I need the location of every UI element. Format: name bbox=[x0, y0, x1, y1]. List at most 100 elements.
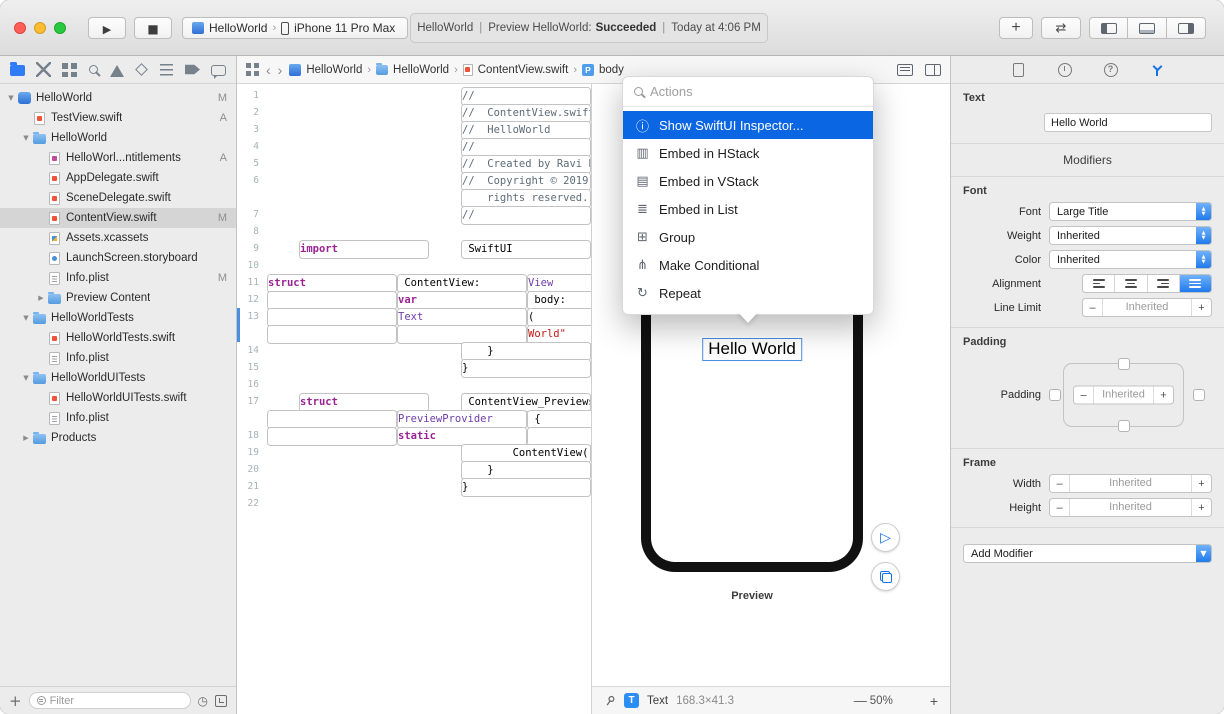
forward-chevron-icon[interactable]: › bbox=[278, 63, 283, 77]
menu-item-inspector[interactable]: ⓘShow SwiftUI Inspector... bbox=[623, 111, 873, 139]
library-button[interactable] bbox=[999, 17, 1033, 39]
code-editor[interactable]: 1//2// ContentView.swift3// HelloWorld4/… bbox=[237, 84, 591, 714]
filter-field[interactable]: Filter bbox=[29, 692, 191, 709]
menu-item-hstack[interactable]: ▥Embed in HStack bbox=[623, 139, 873, 167]
editor-options-icon[interactable] bbox=[897, 64, 913, 76]
padding-top-checkbox[interactable] bbox=[1118, 358, 1130, 370]
preview-text-selection[interactable]: Hello World bbox=[702, 338, 802, 361]
menu-item-conditional[interactable]: ⋔Make Conditional bbox=[623, 251, 873, 279]
code-line[interactable]: 11struct ContentView: View { bbox=[237, 274, 591, 291]
minimize-window-button[interactable] bbox=[34, 22, 46, 34]
code-line[interactable]: World").font(.largeTitle) bbox=[237, 325, 591, 342]
toggle-navigator-button[interactable] bbox=[1089, 17, 1128, 39]
file-tree-row[interactable]: HelloWorl...ntitlementsA bbox=[0, 148, 236, 168]
related-items-icon[interactable] bbox=[246, 63, 259, 76]
fullscreen-window-button[interactable] bbox=[54, 22, 66, 34]
recent-files-filter-icon[interactable] bbox=[198, 694, 208, 708]
pin-icon[interactable] bbox=[602, 692, 619, 709]
file-tree-row[interactable]: Info.plistM bbox=[0, 268, 236, 288]
symbol-navigator-icon[interactable] bbox=[62, 62, 77, 77]
code-line[interactable]: rights reserved. bbox=[237, 189, 591, 206]
weight-popup[interactable]: Inherited ▲▼ bbox=[1049, 226, 1212, 245]
close-window-button[interactable] bbox=[14, 22, 26, 34]
font-popup[interactable]: Large Title ▲▼ bbox=[1049, 202, 1212, 221]
code-review-button[interactable] bbox=[1041, 17, 1081, 39]
file-tree-row[interactable]: Info.plist bbox=[0, 408, 236, 428]
menu-item-list[interactable]: ≣Embed in List bbox=[623, 195, 873, 223]
menu-item-repeat[interactable]: ↻Repeat bbox=[623, 279, 873, 307]
code-line[interactable]: 18 static var previews: some View { bbox=[237, 427, 591, 444]
file-tree-row[interactable]: Info.plist bbox=[0, 348, 236, 368]
source-control-filter-icon[interactable] bbox=[215, 695, 227, 707]
code-line[interactable]: 20 } bbox=[237, 461, 591, 478]
breadcrumb-item[interactable]: HelloWorld bbox=[306, 64, 362, 76]
breadcrumb-item[interactable]: body bbox=[599, 64, 624, 76]
decrement-button[interactable]: – bbox=[1074, 389, 1093, 401]
decrement-button[interactable]: – bbox=[1050, 502, 1069, 514]
help-inspector-tab-icon[interactable] bbox=[1104, 63, 1118, 77]
file-tree-row[interactable]: TestView.swiftA bbox=[0, 108, 236, 128]
code-line[interactable]: 14 } bbox=[237, 342, 591, 359]
disclosure-triangle-icon[interactable]: ▼ bbox=[5, 94, 17, 102]
zoom-out-button[interactable]: — bbox=[854, 693, 867, 708]
toggle-inspector-button[interactable] bbox=[1167, 17, 1206, 39]
back-chevron-icon[interactable]: ‹ bbox=[266, 63, 271, 77]
code-line[interactable]: 7// bbox=[237, 206, 591, 223]
increment-button[interactable]: + bbox=[1192, 502, 1211, 514]
source-control-navigator-icon[interactable] bbox=[36, 62, 51, 77]
file-tree-row[interactable]: HelloWorldTests.swift bbox=[0, 328, 236, 348]
color-popup[interactable]: Inherited ▲▼ bbox=[1049, 250, 1212, 269]
code-line[interactable]: 10 bbox=[237, 257, 591, 274]
duplicate-preview-button[interactable] bbox=[871, 562, 900, 591]
increment-button[interactable]: + bbox=[1154, 389, 1173, 401]
scheme-selector[interactable]: HelloWorld › iPhone 11 Pro Max bbox=[182, 17, 408, 39]
padding-trailing-checkbox[interactable] bbox=[1193, 389, 1205, 401]
menu-item-group[interactable]: ⊞Group bbox=[623, 223, 873, 251]
decrement-button[interactable]: – bbox=[1050, 478, 1069, 490]
file-tree-row[interactable]: LaunchScreen.storyboard bbox=[0, 248, 236, 268]
code-line[interactable]: PreviewProvider { bbox=[237, 410, 591, 427]
padding-bottom-checkbox[interactable] bbox=[1118, 420, 1130, 432]
file-tree-row[interactable]: Assets.xcassets bbox=[0, 228, 236, 248]
breadcrumb-item[interactable]: HelloWorld bbox=[393, 64, 449, 76]
code-line[interactable]: 12 var body: some View { bbox=[237, 291, 591, 308]
report-navigator-icon[interactable] bbox=[211, 65, 226, 76]
file-tree-row[interactable]: ContentView.swiftM bbox=[0, 208, 236, 228]
code-line[interactable]: 21} bbox=[237, 478, 591, 495]
disclosure-triangle-icon[interactable]: ▶ bbox=[35, 294, 47, 302]
code-line[interactable]: 1// bbox=[237, 87, 591, 104]
code-line[interactable]: 15} bbox=[237, 359, 591, 376]
issue-navigator-icon[interactable] bbox=[110, 65, 124, 77]
increment-button[interactable]: + bbox=[1192, 478, 1211, 490]
history-inspector-tab-icon[interactable] bbox=[1058, 63, 1072, 77]
live-preview-button[interactable] bbox=[871, 523, 900, 552]
actions-search-field[interactable]: Actions bbox=[623, 77, 873, 107]
code-line[interactable]: 22 bbox=[237, 495, 591, 512]
code-line[interactable]: 3// HelloWorld bbox=[237, 121, 591, 138]
file-tree-row[interactable]: ▼HelloWorldUITests bbox=[0, 368, 236, 388]
file-tree-row[interactable]: HelloWorldUITests.swift bbox=[0, 388, 236, 408]
stop-button[interactable] bbox=[134, 17, 172, 39]
file-tree-row[interactable]: ▶Products bbox=[0, 428, 236, 448]
disclosure-triangle-icon[interactable]: ▼ bbox=[20, 374, 32, 382]
code-line[interactable]: 4// bbox=[237, 138, 591, 155]
add-modifier-popup[interactable]: Add Modifier ▼ bbox=[963, 544, 1212, 563]
menu-item-vstack[interactable]: ▤Embed in VStack bbox=[623, 167, 873, 195]
debug-navigator-icon[interactable] bbox=[160, 64, 173, 76]
zoom-in-button[interactable]: + bbox=[930, 693, 938, 709]
project-navigator-icon[interactable] bbox=[10, 65, 25, 76]
add-file-button[interactable] bbox=[9, 692, 22, 710]
alignment-left-button[interactable] bbox=[1083, 275, 1115, 292]
file-tree-row[interactable]: ▶Preview Content bbox=[0, 288, 236, 308]
file-tree-row[interactable]: AppDelegate.swift bbox=[0, 168, 236, 188]
find-navigator-icon[interactable] bbox=[89, 65, 98, 74]
code-line[interactable]: 6// Copyright © 2019 Ravi Patel. All bbox=[237, 172, 591, 189]
code-line[interactable]: 5// Created by Ravi Patel on 8/22/19. bbox=[237, 155, 591, 172]
alignment-justify-button[interactable] bbox=[1180, 275, 1211, 292]
file-inspector-tab-icon[interactable] bbox=[1013, 63, 1024, 77]
file-tree-row[interactable]: SceneDelegate.swift bbox=[0, 188, 236, 208]
file-tree-row[interactable]: ▼HelloWorld bbox=[0, 128, 236, 148]
alignment-center-button[interactable] bbox=[1115, 275, 1147, 292]
file-tree-row[interactable]: ▼HelloWorldM bbox=[0, 88, 236, 108]
code-line[interactable]: 2// ContentView.swift bbox=[237, 104, 591, 121]
